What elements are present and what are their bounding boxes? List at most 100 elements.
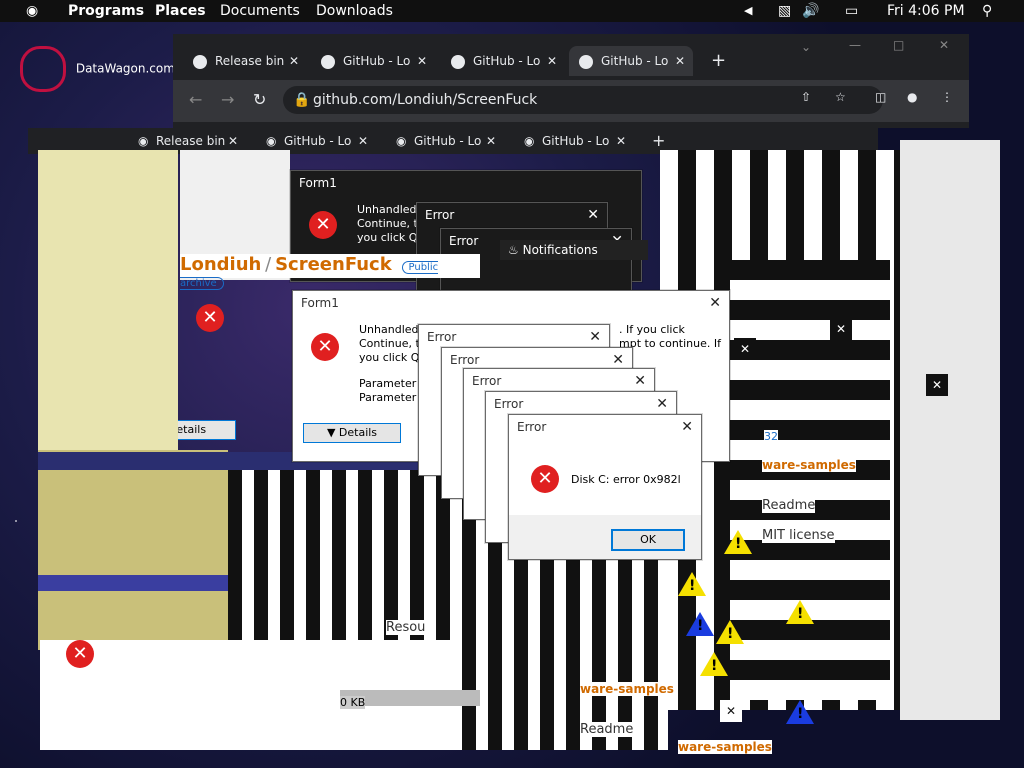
readme-link[interactable]: Readme	[762, 498, 816, 513]
repo-header: Londiuh / ScreenFuck Public archive	[180, 254, 480, 290]
readme-link[interactable]: Readme	[580, 722, 634, 737]
browser-window: Release bin ✕ GitHub - Lo ✕ GitHub - Lo ✕ G…	[173, 34, 969, 128]
toolbar: ← → ↻ 🔒 github.com/Londiuh/ScreenFuck ⇧ …	[173, 80, 969, 122]
github-icon	[579, 54, 593, 69]
tab-title[interactable]: GitHub - Lo	[542, 128, 609, 154]
downloads-menu[interactable]: Downloads	[316, 2, 393, 20]
samples-link[interactable]: ware-samples	[762, 458, 856, 472]
browser-tab[interactable]: GitHub - Lo ✕	[311, 46, 435, 76]
places-menu[interactable]: Places	[155, 2, 206, 20]
license-link[interactable]: MIT license	[762, 528, 835, 543]
glitch-block	[730, 260, 890, 700]
warning-icon: !	[786, 700, 814, 724]
tab-title[interactable]: GitHub - Lo	[284, 128, 351, 154]
browser-tab[interactable]: GitHub - Lo ✕	[441, 46, 565, 76]
profile-icon[interactable]: ●	[907, 90, 917, 104]
close-icon[interactable]: ✕	[926, 374, 948, 396]
warning-icon: !	[786, 600, 814, 624]
close-icon[interactable]: ✕	[616, 128, 626, 154]
close-icon[interactable]: ✕	[486, 128, 496, 154]
browser-tab-active[interactable]: GitHub - Lo ✕	[569, 46, 693, 76]
error-icon: ✕	[66, 640, 94, 668]
github-icon	[321, 54, 335, 69]
forward-icon[interactable]: →	[221, 90, 234, 109]
arrow-left-icon[interactable]: ◀	[744, 2, 752, 20]
bell-icon: ♨	[508, 243, 519, 257]
reload-icon[interactable]: ↻	[253, 90, 266, 109]
chevron-down-icon: ▼	[326, 426, 336, 439]
programs-menu[interactable]: Programs	[68, 2, 144, 20]
close-icon[interactable]: ✕	[587, 203, 599, 227]
resources-link[interactable]: Resou	[386, 620, 426, 635]
documents-menu[interactable]: Documents	[220, 2, 300, 20]
dialog-title: Error	[494, 397, 524, 411]
menu-icon[interactable]: ◉	[26, 2, 38, 20]
notifications-label: Notifications	[522, 243, 598, 257]
tab-title: GitHub - Lo	[473, 54, 541, 68]
close-icon[interactable]: ✕	[358, 128, 368, 154]
repo-name[interactable]: ScreenFuck	[275, 254, 392, 275]
dialog-title: Error	[517, 420, 547, 434]
dialog-title-bar: Error ✕	[509, 415, 701, 439]
error-icon: ✕	[531, 465, 559, 493]
sidebar-icon[interactable]: ◫	[875, 90, 886, 104]
dialog-title: Error	[472, 374, 502, 388]
tab-title[interactable]: GitHub - Lo	[414, 128, 481, 154]
browser-tab[interactable]: Release bin ✕	[183, 46, 307, 76]
samples-link[interactable]: ware-samples	[580, 682, 674, 696]
lock-icon: 🔒	[293, 92, 311, 108]
minimize-button[interactable]: —	[849, 38, 861, 52]
error-icon: ✕	[311, 333, 339, 361]
datawagon-logo-icon	[20, 46, 66, 92]
close-icon[interactable]: ✕	[681, 415, 693, 439]
close-icon[interactable]: ✕	[830, 318, 852, 340]
dialog-title: Error	[450, 353, 480, 367]
bookmark-star-icon[interactable]: ☆	[835, 90, 846, 104]
back-icon[interactable]: ←	[189, 90, 202, 109]
github-icon: ◉	[524, 134, 535, 148]
network-icon[interactable]: ▧	[778, 2, 791, 20]
close-icon[interactable]: ✕	[634, 369, 646, 393]
dialog-title-bar: Form1	[291, 171, 641, 195]
address-bar[interactable]: 🔒 github.com/Londiuh/ScreenFuck	[283, 86, 883, 114]
dialog-title: Form1	[301, 296, 339, 310]
close-icon[interactable]: ✕	[547, 46, 557, 76]
close-icon[interactable]: ✕	[417, 46, 427, 76]
kebab-menu-icon[interactable]: ⋮	[941, 90, 953, 104]
maximize-button[interactable]: □	[893, 38, 904, 52]
error-message: Disk C: error 0x982l	[571, 473, 681, 486]
new-tab-button[interactable]: +	[711, 50, 726, 71]
close-icon[interactable]: ✕	[656, 392, 668, 416]
search-icon[interactable]: ⚲	[982, 2, 992, 20]
dialog-title: Error	[449, 234, 479, 248]
repo-separator: /	[265, 254, 272, 275]
close-icon[interactable]: ✕	[589, 325, 601, 349]
details-button[interactable]: ▼ Details	[303, 423, 401, 443]
glitch-block	[900, 140, 1000, 720]
close-icon[interactable]: ✕	[675, 46, 685, 76]
message-icon[interactable]: ▭	[845, 2, 858, 20]
datawagon-logo-text: DataWagon.com	[75, 61, 175, 76]
datawagon-logo: DataWagon.com	[20, 46, 175, 92]
repo-owner[interactable]: Londiuh	[180, 254, 261, 275]
close-icon[interactable]: ✕	[289, 46, 299, 76]
dialog-title: Error	[425, 208, 455, 222]
top-panel: ◉ Programs Places Documents Downloads ◀ …	[0, 0, 1024, 22]
volume-icon[interactable]: 🔊	[802, 2, 819, 20]
github-icon	[451, 54, 465, 69]
notifications-bar[interactable]: ♨ Notifications	[500, 240, 648, 260]
ok-button[interactable]: OK	[611, 529, 685, 551]
close-window-button[interactable]: ✕	[939, 38, 949, 52]
glitch-block	[38, 150, 178, 450]
clock[interactable]: Fri 4:06 PM	[887, 2, 965, 20]
samples-link[interactable]: ware-samples	[678, 740, 772, 754]
warning-icon: !	[716, 620, 744, 644]
close-icon[interactable]: ✕	[709, 291, 721, 315]
close-icon[interactable]: ✕	[734, 338, 756, 360]
error-icon: ✕	[309, 211, 337, 239]
tab-search-icon[interactable]: ⌄	[801, 40, 811, 54]
tab-title: GitHub - Lo	[601, 54, 669, 68]
share-icon[interactable]: ⇧	[801, 90, 811, 104]
close-icon[interactable]: ✕	[720, 700, 742, 722]
glitch-block	[38, 450, 228, 650]
